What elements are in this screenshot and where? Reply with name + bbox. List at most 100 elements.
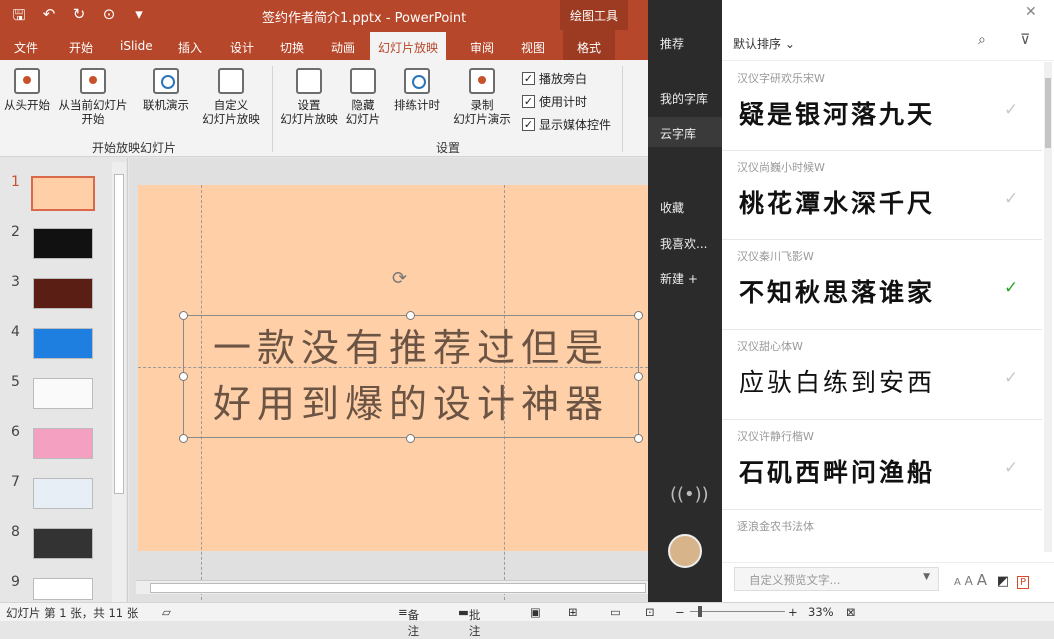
check-icon[interactable]: ✓ (1004, 189, 1018, 209)
normal-view-icon[interactable]: ▣ (530, 605, 541, 619)
title-textbox[interactable]: 一款没有推荐过但是 好用到爆的设计神器 (183, 315, 639, 438)
check-icon[interactable]: ✓ (1004, 100, 1018, 120)
tab-view[interactable]: 视图 (521, 30, 545, 60)
check-icon[interactable]: ✓ (1004, 368, 1018, 388)
show-media-controls-checkbox[interactable]: ✓ 显示媒体控件 (522, 116, 611, 133)
reading-view-icon[interactable]: ▭ (610, 605, 621, 619)
setup-slideshow-button[interactable]: 设置 幻灯片放映 (278, 68, 340, 126)
resize-handle[interactable] (179, 311, 188, 320)
nav-my-fonts[interactable]: 我的字库 (660, 90, 708, 107)
contrast-icon[interactable]: ◩ (997, 574, 1009, 589)
hide-slide-button[interactable]: 隐藏 幻灯片 (343, 68, 383, 126)
font-item[interactable]: 汉仪字研欢乐宋W 疑是银河落九天 ✓ (722, 62, 1042, 151)
nav-cloud-fonts[interactable]: 云字库 (648, 117, 722, 147)
check-icon[interactable]: ✓ (1004, 458, 1018, 478)
scrollbar-thumb[interactable] (1045, 78, 1051, 148)
nav-favorites[interactable]: 收藏 (660, 199, 684, 216)
fit-slide-icon[interactable]: ⊠ (846, 605, 856, 619)
tab-file[interactable]: 文件 (14, 30, 38, 60)
signal-icon[interactable]: ((•)) (670, 484, 709, 505)
slide-thumbnail-8[interactable] (33, 528, 93, 559)
resize-handle[interactable] (179, 372, 188, 381)
resize-handle[interactable] (634, 311, 643, 320)
resize-handle[interactable] (634, 434, 643, 443)
check-icon[interactable]: ✓ (1004, 278, 1018, 298)
nav-likes[interactable]: 我喜欢... (660, 235, 707, 252)
slide-thumbnail-4[interactable] (33, 328, 93, 359)
tab-home[interactable]: 开始 (69, 30, 93, 60)
save-icon[interactable]: 🖫 (10, 5, 28, 30)
slide-number: 6 (11, 424, 20, 440)
font-item[interactable]: 汉仪许静行楷W 石矶西畔问渔船 ✓ (722, 420, 1042, 510)
chevron-down-icon: ⌄ (784, 37, 795, 51)
scrollbar-thumb[interactable] (150, 583, 646, 593)
ribbon-tabs: 文件 开始 iSlide 插入 设计 切换 动画 幻灯片放映 审阅 视图 格式 (0, 30, 648, 60)
close-icon[interactable]: ✕ (1025, 4, 1037, 20)
scrollbar-thumb[interactable] (114, 174, 124, 494)
font-list-scrollbar[interactable] (1044, 62, 1052, 552)
online-present-button[interactable]: 联机演示 (140, 68, 192, 112)
slide-thumbnail-2[interactable] (33, 228, 93, 259)
resize-handle[interactable] (406, 434, 415, 443)
slide-thumbnail-6[interactable] (33, 428, 93, 459)
avatar[interactable] (668, 534, 702, 568)
filter-icon[interactable]: ⊽ (1020, 32, 1030, 48)
nav-recommend[interactable]: 推荐 (660, 35, 684, 52)
search-icon[interactable]: ⌕ (978, 32, 986, 48)
slideshow-icon[interactable]: ⊙ (100, 5, 118, 30)
current-slide[interactable]: ⟳ 一款没有推荐过但是 好用到爆的设计神器 (138, 185, 658, 605)
play-narration-checkbox[interactable]: ✓ 播放旁白 (522, 70, 587, 87)
notes-button[interactable]: ≡ 备注 (398, 605, 419, 638)
from-beginning-button[interactable]: 从头开始 (2, 68, 52, 112)
font-size-medium-icon[interactable]: A (965, 574, 973, 588)
preview-text-input[interactable]: 自定义预览文字... ▼ (734, 567, 939, 591)
ppt-icon[interactable]: P (1016, 576, 1029, 589)
group-label-start: 开始放映幻灯片 (92, 141, 177, 155)
tab-animations[interactable]: 动画 (331, 30, 355, 60)
tab-format[interactable]: 格式 (563, 30, 616, 60)
spellcheck-icon[interactable]: ▱ (162, 605, 171, 619)
nav-new[interactable]: 新建 + (660, 270, 698, 287)
thumbnail-scrollbar[interactable] (112, 162, 126, 602)
resize-handle[interactable] (406, 311, 415, 320)
sort-dropdown[interactable]: 默认排序 ⌄ (733, 35, 795, 52)
slideshow-view-icon[interactable]: ⊡ (645, 605, 655, 619)
tab-transitions[interactable]: 切换 (280, 30, 304, 60)
font-item[interactable]: 逐浪金农书法体 (722, 510, 1042, 552)
resize-handle[interactable] (179, 434, 188, 443)
slide-thumbnail-5[interactable] (33, 378, 93, 409)
custom-slideshow-button[interactable]: 自定义 幻灯片放映 (196, 68, 266, 126)
slide-thumbnail-1[interactable] (31, 176, 95, 211)
from-current-button[interactable]: 从当前幻灯片 开始 (56, 68, 130, 126)
slide-thumbnail-9[interactable] (33, 578, 93, 600)
chevron-down-icon[interactable]: ▼ (923, 572, 930, 582)
slide-sorter-icon[interactable]: ⊞ (568, 605, 578, 619)
slide-thumbnail-3[interactable] (33, 278, 93, 309)
zoom-out-icon[interactable]: − (675, 605, 685, 619)
zoom-slider-thumb[interactable] (698, 606, 702, 617)
undo-icon[interactable]: ↶ (40, 5, 58, 30)
rehearse-timings-button[interactable]: 排练计时 (391, 68, 443, 112)
font-size-large-icon[interactable]: A (977, 571, 987, 589)
tab-insert[interactable]: 插入 (178, 30, 202, 60)
tab-review[interactable]: 审阅 (470, 30, 494, 60)
slide-thumbnail-7[interactable] (33, 478, 93, 509)
horizontal-scrollbar[interactable] (136, 580, 648, 594)
tab-islide[interactable]: iSlide (120, 30, 153, 60)
zoom-level[interactable]: 33% (808, 605, 834, 619)
font-size-small-icon[interactable]: A (954, 577, 961, 588)
font-item[interactable]: 汉仪尚巍小时候W 桃花潭水深千尺 ✓ (722, 151, 1042, 240)
rotate-handle-icon[interactable]: ⟳ (392, 268, 407, 289)
font-item[interactable]: 汉仪甜心体W 应驮白练到安西 ✓ (722, 330, 1042, 420)
zoom-in-icon[interactable]: + (788, 605, 798, 619)
font-item[interactable]: 汉仪秦川飞影W 不知秋思落谁家 ✓ (722, 240, 1042, 330)
tab-slideshow[interactable]: 幻灯片放映 (370, 32, 447, 60)
zoom-slider[interactable] (690, 611, 785, 612)
use-timings-checkbox[interactable]: ✓ 使用计时 (522, 93, 587, 110)
comments-button[interactable]: ▬ 批注 (458, 605, 480, 638)
tab-design[interactable]: 设计 (230, 30, 254, 60)
record-slideshow-button[interactable]: 录制 幻灯片演示 (446, 68, 518, 126)
resize-handle[interactable] (634, 372, 643, 381)
more-icon[interactable]: ▾ (130, 5, 148, 30)
redo-icon[interactable]: ↻ (70, 5, 88, 30)
